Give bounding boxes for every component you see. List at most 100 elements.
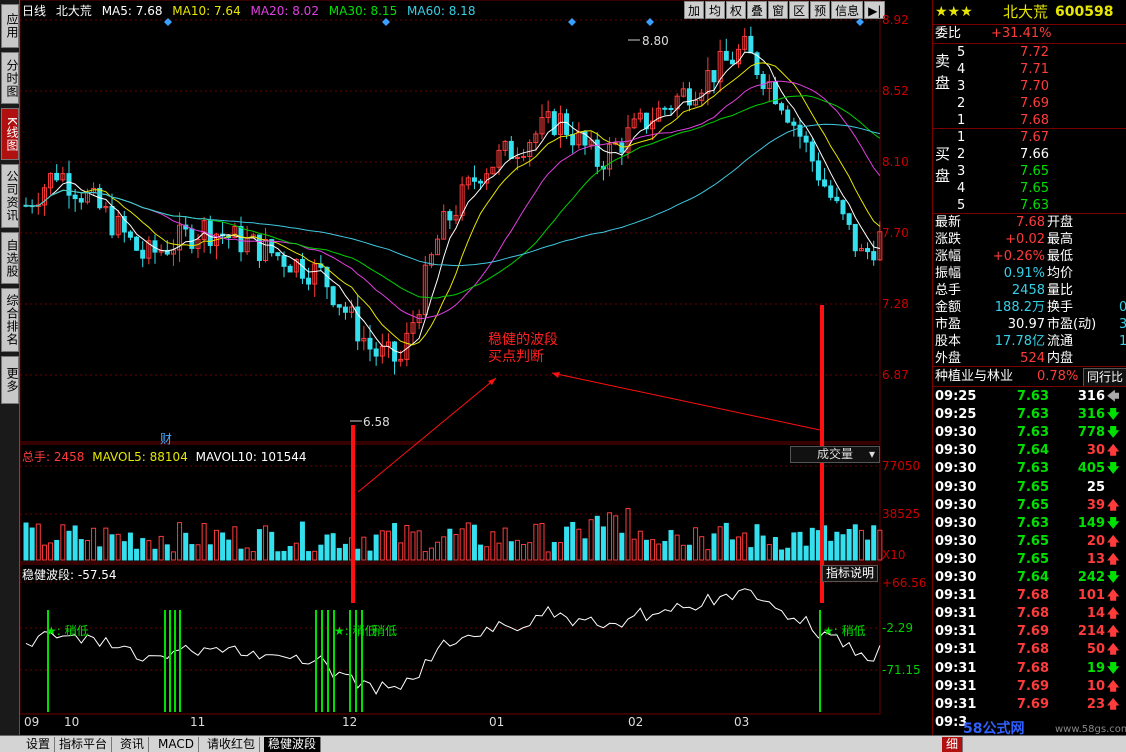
tick-time: 09:31 — [935, 588, 977, 604]
candle-body — [723, 50, 729, 61]
stat-row: 振幅 0.91% 均价 — [933, 265, 1126, 282]
sell-row[interactable]: 5 7.72 — [933, 44, 1126, 61]
tab-ranking[interactable]: 综合排名 — [1, 288, 19, 352]
sell-row[interactable]: 1 7.68 — [933, 112, 1126, 129]
tab-detail[interactable]: 细 — [942, 737, 964, 752]
volume-bar — [373, 534, 379, 561]
candle-body — [686, 88, 692, 106]
tab-more[interactable]: 更多 — [1, 356, 19, 404]
stat-label: 总手 — [935, 283, 962, 298]
candle-body — [447, 211, 453, 221]
toolbar-add[interactable]: 加 — [684, 1, 705, 19]
toolbar-overlay[interactable]: 叠 — [747, 1, 768, 19]
sell-row[interactable]: 2 7.69 — [933, 95, 1126, 112]
tab-apps[interactable]: 应用 — [1, 4, 19, 48]
tab-wenjian-boduan[interactable]: 稳健波段 — [264, 737, 322, 752]
signal-label: ★: 稍低 — [823, 624, 866, 638]
toolbar-average[interactable]: 均 — [705, 1, 726, 19]
toolbar-rights[interactable]: 权 — [726, 1, 747, 19]
volume-bar — [385, 530, 391, 561]
arrow-down-icon: 🡇 — [1107, 461, 1120, 476]
tab-red-packet[interactable]: 请收红包 — [203, 737, 261, 752]
volume-bar — [318, 544, 324, 561]
bottom-tab-bar: 设置 指标平台 资讯 MACD 请收红包 稳健波段 细 — [0, 735, 1126, 752]
price-tick: 7.70 — [882, 226, 909, 240]
candle-body — [748, 35, 754, 54]
tab-indicator-platform[interactable]: 指标平台 — [55, 737, 113, 752]
tick-volume: 149 — [1077, 515, 1105, 531]
indicator-help-button[interactable]: 指标说明 — [822, 565, 879, 582]
tick-volume: 10 — [1086, 678, 1105, 694]
sell-price: 7.70 — [1020, 79, 1049, 94]
signal-label: 稍低 — [373, 624, 398, 638]
tick-volume: 50 — [1086, 642, 1105, 658]
volume-bar — [527, 542, 533, 561]
volume-bar — [772, 537, 778, 561]
kline-chart[interactable] — [20, 0, 932, 735]
tick-price: 7.69 — [1016, 624, 1049, 640]
stat-row: 市盈 30.97 市盈(动) 3 — [933, 316, 1126, 333]
stat-value: 3 — [1119, 317, 1126, 332]
buy-row[interactable]: 4 7.65 — [933, 180, 1126, 197]
buy-level: 1 — [957, 130, 966, 145]
volume-bar — [484, 546, 490, 561]
toolbar-forecast[interactable]: 预 — [810, 1, 831, 19]
buy-row[interactable]: 1 7.67 — [933, 129, 1126, 146]
buy-level: 2 — [957, 147, 966, 162]
stat-label: 市盈 — [935, 317, 962, 332]
tab-news[interactable]: 资讯 — [116, 737, 150, 752]
volume-bar — [127, 532, 133, 561]
volume-bar — [115, 533, 121, 561]
finance-marker[interactable]: 财 — [160, 430, 172, 447]
toolbar-range[interactable]: 区 — [789, 1, 810, 19]
tab-macd[interactable]: MACD — [154, 737, 199, 752]
toolbar-window[interactable]: 窗 — [768, 1, 789, 19]
volume-bar — [871, 525, 877, 561]
candle-body — [822, 179, 828, 187]
tick-row: 09:31 7.69 10 🡅 — [933, 678, 1126, 695]
volume-bar — [748, 547, 754, 561]
volume-bar — [490, 531, 496, 561]
tab-watchlist[interactable]: 自选股 — [1, 232, 19, 284]
left-tab-strip: 应用 分时图 K线图 公司资讯 自选股 综合排名 更多 — [0, 0, 20, 735]
volume-bar — [625, 508, 631, 561]
date-tick: 11 — [190, 715, 206, 729]
tick-price: 7.63 — [1016, 389, 1049, 404]
indicator-tick: +66.56 — [882, 576, 927, 590]
toolbar-info[interactable]: 信息 — [831, 1, 864, 19]
volume-bar — [60, 524, 66, 561]
buy-row[interactable]: 5 7.63 — [933, 197, 1126, 214]
sell-row[interactable]: 3 7.70 — [933, 78, 1126, 95]
volume-unit: X10 — [882, 548, 906, 562]
volume-bar — [828, 540, 834, 561]
tab-settings[interactable]: 设置 — [22, 737, 56, 752]
volume-dropdown[interactable]: 成交量 ▾ — [790, 446, 880, 463]
volume-bar — [852, 524, 858, 561]
tick-time: 09:31 — [935, 660, 977, 676]
volume-bar — [686, 544, 692, 561]
buy-row[interactable]: 2 7.66 — [933, 146, 1126, 163]
candle-body — [828, 185, 834, 198]
tick-volume: 405 — [1077, 461, 1105, 477]
tab-company-info[interactable]: 公司资讯 — [1, 164, 19, 228]
tab-kline[interactable]: K线图 — [1, 108, 19, 160]
peer-compare-button[interactable]: 同行比 — [1083, 368, 1126, 387]
candle-body — [306, 277, 312, 285]
candle-body — [662, 107, 668, 110]
volume-bar — [465, 522, 471, 561]
volume-bar — [306, 551, 312, 561]
stat-label: 最低 — [1047, 249, 1074, 264]
buy-row[interactable]: 3 7.65 — [933, 163, 1126, 180]
volume-bar — [754, 524, 760, 561]
buy-level: 3 — [957, 164, 966, 179]
stock-name: 北大荒 — [55, 4, 92, 18]
volume-bar — [35, 523, 41, 561]
stat-label: 涨跌 — [935, 232, 962, 247]
volume-bar — [410, 531, 416, 561]
tick-row: 09:25 7.63 316 🡇 — [933, 406, 1126, 423]
sell-row[interactable]: 4 7.71 — [933, 61, 1126, 78]
tab-intraday[interactable]: 分时图 — [1, 52, 19, 104]
volume-bar — [140, 538, 146, 561]
volume-bar — [41, 544, 47, 561]
date-tick: 03 — [734, 715, 750, 729]
